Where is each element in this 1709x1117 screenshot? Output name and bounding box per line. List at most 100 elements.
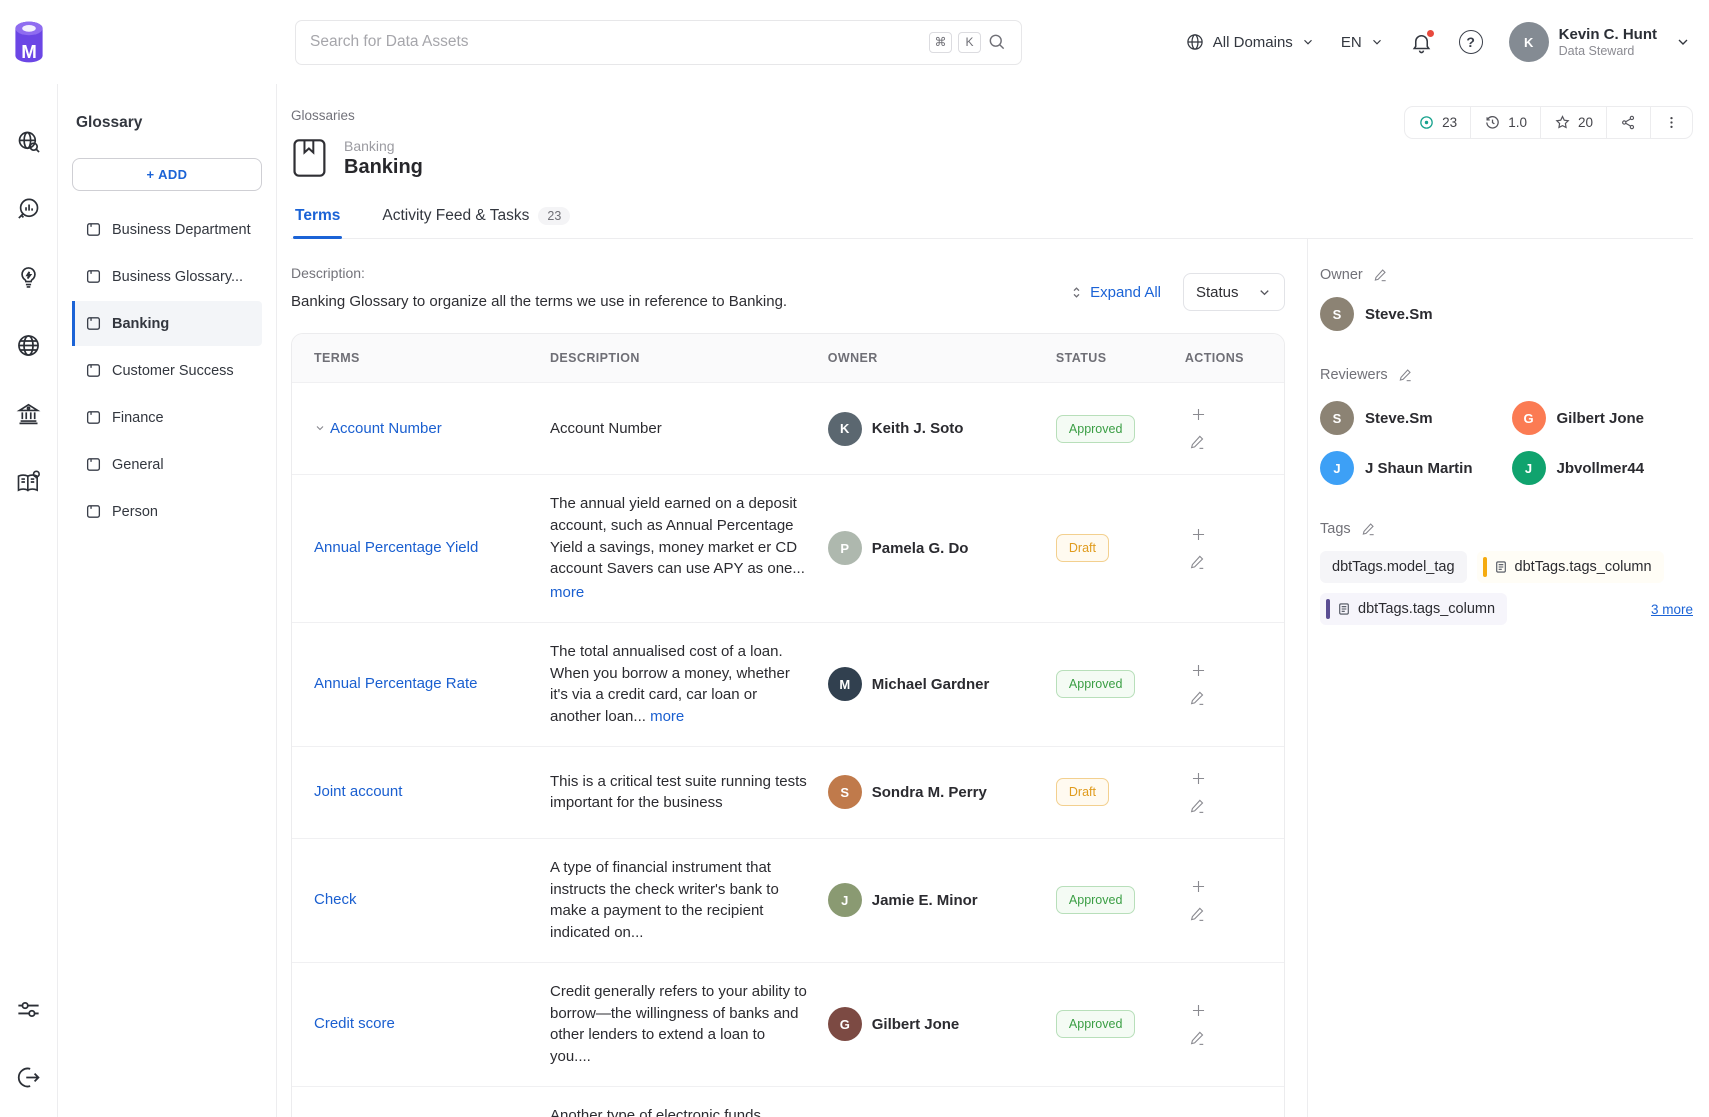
nav-glossary[interactable] bbox=[15, 468, 43, 496]
avatar: P bbox=[828, 531, 862, 565]
tab-activity-feed[interactable]: Activity Feed & Tasks 23 bbox=[380, 201, 572, 238]
reviewer-item[interactable]: G Gilbert Jone bbox=[1512, 401, 1694, 435]
all-domains-label: All Domains bbox=[1213, 34, 1293, 51]
owner-name[interactable]: Pamela G. Do bbox=[872, 540, 969, 557]
edit-owner-button[interactable] bbox=[1373, 267, 1389, 283]
owner-cell: M Michael Gardner bbox=[828, 667, 1036, 701]
question-icon: ? bbox=[1466, 34, 1475, 50]
help-button[interactable]: ? bbox=[1459, 30, 1483, 54]
star-stat[interactable]: 20 bbox=[1540, 107, 1606, 138]
edit-reviewers-button[interactable] bbox=[1398, 367, 1414, 383]
glossary-list-item[interactable]: General bbox=[72, 442, 262, 487]
chevron-down-icon bbox=[1257, 285, 1272, 300]
tag-pill[interactable]: dbtTags.model_tag bbox=[1320, 551, 1467, 583]
owner-name[interactable]: Keith J. Soto bbox=[872, 420, 964, 437]
reviewer-item[interactable]: J J Shaun Martin bbox=[1320, 451, 1502, 485]
owner-cell: P Pamela G. Do bbox=[828, 531, 1036, 565]
share-button[interactable] bbox=[1606, 107, 1650, 138]
user-avatar: K bbox=[1509, 22, 1549, 62]
tag-pill[interactable]: dbtTags.tags_column bbox=[1320, 593, 1507, 625]
column-header: DESCRIPTION bbox=[540, 334, 818, 383]
logout-button[interactable] bbox=[15, 1064, 42, 1091]
add-glossary-button[interactable]: + ADD bbox=[72, 158, 262, 191]
status-filter-dropdown[interactable]: Status bbox=[1183, 273, 1285, 311]
edit-term-button[interactable] bbox=[1185, 429, 1211, 455]
owner-name[interactable]: Sondra M. Perry bbox=[872, 784, 987, 801]
add-child-term-button[interactable] bbox=[1185, 657, 1212, 684]
svg-text:M: M bbox=[21, 41, 37, 62]
nav-explore[interactable] bbox=[15, 128, 42, 155]
glossary-list-item[interactable]: Customer Success bbox=[72, 348, 262, 393]
owner-name[interactable]: Gilbert Jone bbox=[872, 1016, 960, 1033]
left-icon-rail bbox=[0, 84, 58, 1117]
terms-table: TERMSDESCRIPTIONOWNERSTATUSACTIONS Accou… bbox=[291, 333, 1285, 1117]
nav-observability[interactable] bbox=[15, 196, 42, 223]
nav-settings[interactable] bbox=[15, 996, 42, 1023]
reviewer-item[interactable]: J Jbvollmer44 bbox=[1512, 451, 1694, 485]
term-link[interactable]: Check bbox=[314, 891, 357, 908]
glossary-list-item[interactable]: Banking bbox=[72, 301, 262, 346]
owner-name[interactable]: Jamie E. Minor bbox=[872, 892, 978, 909]
journal-icon bbox=[85, 315, 102, 332]
avatar: S bbox=[1320, 401, 1354, 435]
tab-terms[interactable]: Terms bbox=[293, 201, 342, 238]
edit-term-button[interactable] bbox=[1185, 549, 1211, 575]
term-link[interactable]: Annual Percentage Yield bbox=[314, 539, 478, 556]
search-input[interactable] bbox=[310, 33, 923, 51]
chevron-down-icon bbox=[1675, 34, 1691, 50]
nav-govern[interactable] bbox=[15, 400, 42, 427]
reviewer-item[interactable]: S Steve.Sm bbox=[1320, 401, 1502, 435]
version-stat[interactable]: 1.0 bbox=[1470, 107, 1540, 138]
term-link[interactable]: Credit score bbox=[314, 1015, 395, 1032]
nav-incidents[interactable] bbox=[15, 264, 42, 291]
glossary-list-item[interactable]: Business Glossary... bbox=[72, 254, 262, 299]
status-badge: Approved bbox=[1056, 670, 1136, 698]
glossary-list-item[interactable]: Finance bbox=[72, 395, 262, 440]
tag-pill[interactable]: dbtTags.tags_column bbox=[1477, 551, 1664, 583]
reviewer-name: J Shaun Martin bbox=[1365, 460, 1473, 477]
more-link[interactable]: more bbox=[550, 582, 808, 604]
search-icon[interactable] bbox=[987, 32, 1007, 52]
status-badge: Draft bbox=[1056, 534, 1109, 562]
glossary-list-item[interactable]: Business Department bbox=[72, 207, 262, 252]
user-menu[interactable]: K Kevin C. Hunt Data Steward bbox=[1509, 22, 1691, 62]
k-key-badge: K bbox=[958, 32, 981, 53]
app-logo[interactable]: M bbox=[0, 0, 58, 84]
edit-tags-button[interactable] bbox=[1361, 521, 1377, 537]
more-link[interactable]: more bbox=[650, 708, 684, 725]
nav-domains[interactable] bbox=[15, 332, 42, 359]
add-child-term-button[interactable] bbox=[1185, 873, 1212, 900]
edit-term-button[interactable] bbox=[1185, 1025, 1211, 1051]
global-search[interactable]: ⌘ K bbox=[295, 20, 1022, 65]
expand-all-button[interactable]: Expand All bbox=[1069, 284, 1161, 301]
table-row: Account Number Account Number K Keith J.… bbox=[292, 383, 1284, 475]
edit-term-button[interactable] bbox=[1185, 685, 1211, 711]
terms-count-stat[interactable]: 23 bbox=[1405, 107, 1470, 138]
term-description: The annual yield earned on a deposit acc… bbox=[550, 493, 808, 604]
expand-caret-icon[interactable] bbox=[314, 422, 326, 434]
entity-subtitle: Banking bbox=[344, 138, 423, 154]
glossary-list-item[interactable]: Person bbox=[72, 489, 262, 534]
owner-person[interactable]: S Steve.Sm bbox=[1320, 297, 1693, 331]
owner-label: Owner bbox=[1320, 267, 1363, 283]
owner-section: Owner S Steve.Sm bbox=[1320, 267, 1693, 331]
edit-term-button[interactable] bbox=[1185, 793, 1211, 819]
owner-name: Steve.Sm bbox=[1365, 306, 1433, 323]
notifications-button[interactable] bbox=[1410, 31, 1433, 54]
all-domains-dropdown[interactable]: All Domains bbox=[1185, 32, 1315, 52]
term-link[interactable]: Annual Percentage Rate bbox=[314, 675, 477, 692]
more-tags-link[interactable]: 3 more bbox=[1651, 602, 1693, 617]
owner-name[interactable]: Michael Gardner bbox=[872, 676, 990, 693]
avatar: S bbox=[1320, 297, 1354, 331]
term-link[interactable]: Account Number bbox=[330, 420, 442, 437]
term-link[interactable]: Joint account bbox=[314, 783, 402, 800]
edit-term-button[interactable] bbox=[1185, 901, 1211, 927]
star-icon bbox=[1554, 114, 1571, 131]
add-child-term-button[interactable] bbox=[1185, 765, 1212, 792]
add-child-term-button[interactable] bbox=[1185, 401, 1212, 428]
add-child-term-button[interactable] bbox=[1185, 997, 1212, 1024]
term-description: The total annualised cost of a loan. Whe… bbox=[550, 641, 808, 728]
add-child-term-button[interactable] bbox=[1185, 521, 1212, 548]
more-menu-button[interactable] bbox=[1650, 107, 1692, 138]
language-dropdown[interactable]: EN bbox=[1341, 34, 1384, 51]
